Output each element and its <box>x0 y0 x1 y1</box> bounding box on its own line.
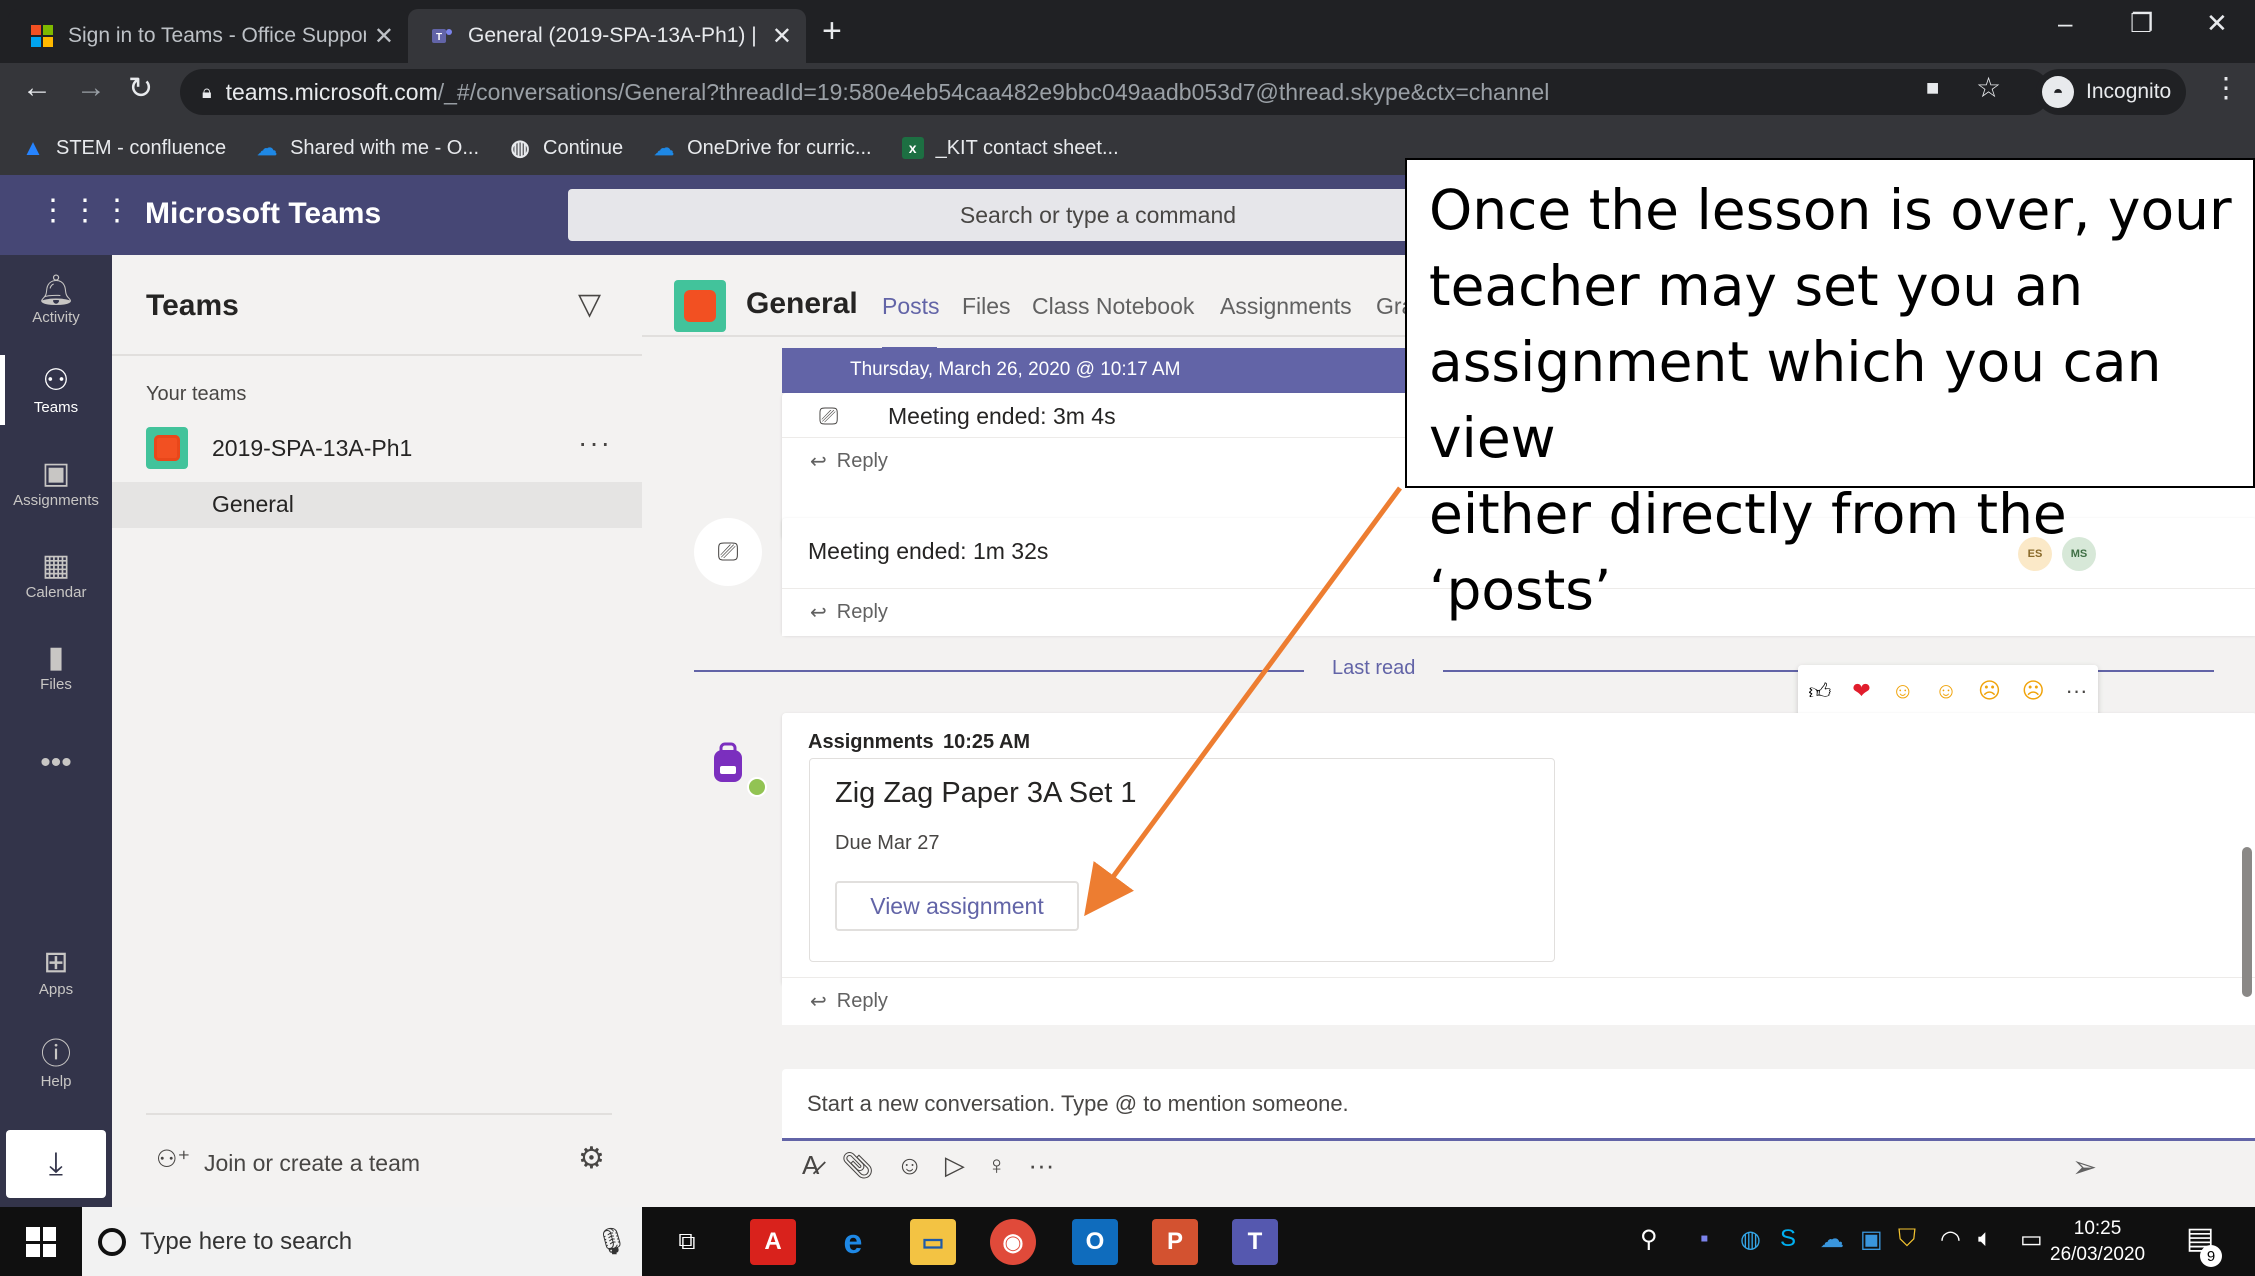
file-explorer-icon[interactable]: ▭ <box>910 1219 956 1265</box>
battery-icon[interactable]: ▭ <box>2020 1225 2043 1254</box>
notification-count: 9 <box>2200 1245 2222 1267</box>
windows-taskbar: Type here to search 🎙︎ ⧉ A e ▭ ◉ O P T ⚲… <box>0 1207 2255 1276</box>
callout-arrow <box>1084 486 1403 917</box>
taskbar-clock[interactable]: 10:25 26/03/2020 <box>2050 1216 2145 1268</box>
acrobat-icon[interactable]: A <box>750 1219 796 1265</box>
teams-tray-icon[interactable]: ▪ <box>1700 1225 1709 1253</box>
microphone-icon[interactable]: 🎙︎ <box>595 1226 628 1257</box>
windows-start-icon[interactable] <box>26 1227 56 1257</box>
teams-taskbar-icon[interactable]: T <box>1232 1219 1278 1265</box>
onedrive-tray-icon[interactable]: ☁ <box>1820 1225 1844 1254</box>
volume-icon[interactable]: 🔈︎ <box>1978 1225 1992 1253</box>
clock-time: 10:25 <box>2073 1218 2122 1239</box>
network-globe-icon[interactable]: ◍ <box>1740 1225 1761 1254</box>
wifi-icon[interactable]: ◠ <box>1940 1225 1961 1254</box>
cortana-icon <box>98 1227 126 1256</box>
powerpoint-icon[interactable]: P <box>1152 1219 1198 1265</box>
arrow-line <box>1084 486 1403 917</box>
security-icon[interactable]: ⛉ <box>1898 1225 1916 1253</box>
people-icon[interactable]: ⚲ <box>1640 1225 1658 1254</box>
outlook-tray-icon[interactable]: ▣ <box>1860 1225 1883 1254</box>
outlook-icon[interactable]: O <box>1072 1219 1118 1265</box>
clock-date: 26/03/2020 <box>2050 1244 2146 1265</box>
skype-icon[interactable]: S <box>1780 1225 1796 1253</box>
taskbar-search-box[interactable]: Type here to search 🎙︎ <box>82 1207 642 1276</box>
chrome-icon[interactable]: ◉ <box>990 1219 1036 1265</box>
task-view-icon[interactable]: ⧉ <box>664 1219 710 1265</box>
edge-icon[interactable]: e <box>830 1219 876 1265</box>
taskbar-search-placeholder: Type here to search <box>140 1227 353 1255</box>
